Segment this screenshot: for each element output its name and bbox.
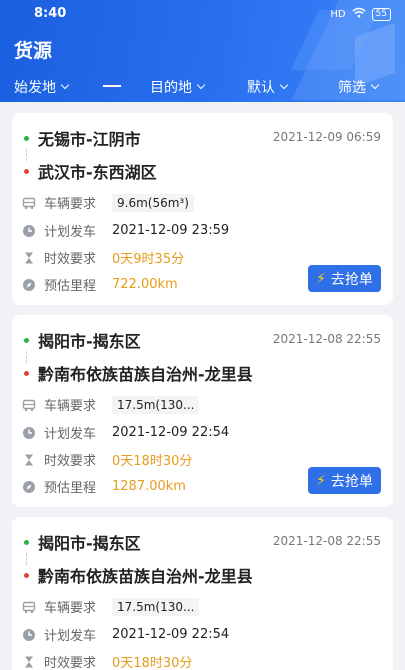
destination-filter[interactable]: 目的地 <box>150 77 206 97</box>
grab-order-label: 去抢单 <box>330 271 373 288</box>
plan-depart-value: 2021-12-09 22:54 <box>112 425 230 440</box>
origin-dot-icon <box>24 135 29 141</box>
distance-value: 1287.00km <box>112 479 186 494</box>
clock-icon <box>22 628 36 642</box>
time-limit-value: 0天9时35分 <box>112 252 185 267</box>
plan-depart-label: 计划发车 <box>44 225 97 240</box>
compass-icon <box>22 278 36 292</box>
grab-order-label: 去抢单 <box>330 473 373 490</box>
hourglass-icon <box>22 251 36 265</box>
grab-order-button[interactable]: ⚡ 去抢单 <box>308 467 381 494</box>
signal-icon: HD <box>330 8 346 20</box>
screen-filter-label: 筛选 <box>338 80 366 96</box>
destination-dot-icon <box>24 370 29 376</box>
origin-filter-label: 始发地 <box>14 80 56 96</box>
lightning-icon: ⚡ <box>316 270 326 287</box>
chevron-down-icon <box>196 80 206 90</box>
plan-depart-value: 2021-12-09 22:54 <box>112 627 230 642</box>
posted-time: 2021-12-09 06:59 <box>272 130 381 144</box>
time-limit-label: 时效要求 <box>44 454 97 469</box>
posted-time: 2021-12-08 22:55 <box>272 534 381 548</box>
vehicle-label: 车辆要求 <box>44 399 97 414</box>
origin-filter[interactable]: 始发地 <box>14 77 70 97</box>
destination-location: 武汉市-东西湖区 <box>38 163 157 182</box>
chevron-down-icon <box>60 80 70 90</box>
lightning-icon: ⚡ <box>316 472 326 489</box>
vehicle-label: 车辆要求 <box>44 197 97 212</box>
vehicle-value: 17.5m(130... <box>112 395 200 414</box>
distance-label: 预估里程 <box>44 481 97 496</box>
hourglass-icon <box>22 655 36 669</box>
time-limit-label: 时效要求 <box>44 656 97 670</box>
compass-icon <box>22 480 36 494</box>
battery-icon: 55 <box>371 7 391 21</box>
hourglass-icon <box>22 453 36 467</box>
truck-icon <box>22 600 36 614</box>
wifi-icon <box>352 7 366 21</box>
range-dash <box>103 85 121 87</box>
cargo-card[interactable]: 揭阳市-揭东区 2021-12-08 22:55 黔南布依族苗族自治州-龙里县 … <box>12 517 393 670</box>
destination-dot-icon <box>24 168 29 174</box>
time-limit-value: 0天18时30分 <box>112 656 193 670</box>
time-limit-value: 0天18时30分 <box>112 454 193 469</box>
origin-location: 揭阳市-揭东区 <box>38 534 141 553</box>
clock-icon <box>22 224 36 238</box>
destination-dot-icon <box>24 572 29 578</box>
destination-filter-label: 目的地 <box>150 80 192 96</box>
destination-location: 黔南布依族苗族自治州-龙里县 <box>38 365 253 384</box>
posted-time: 2021-12-08 22:55 <box>272 332 381 346</box>
sort-filter[interactable]: 默认 <box>247 77 289 97</box>
vehicle-value: 9.6m(56m³) <box>112 193 194 212</box>
truck-icon <box>22 398 36 412</box>
cargo-list: 无锡市-江阴市 2021-12-09 06:59 武汉市-东西湖区 车辆要求 9… <box>0 102 405 670</box>
origin-dot-icon <box>24 337 29 343</box>
truck-icon <box>22 196 36 210</box>
origin-location: 揭阳市-揭东区 <box>38 332 141 351</box>
origin-location: 无锡市-江阴市 <box>38 130 141 149</box>
grab-order-button[interactable]: ⚡ 去抢单 <box>308 265 381 292</box>
destination-location: 黔南布依族苗族自治州-龙里县 <box>38 567 253 586</box>
cargo-card[interactable]: 无锡市-江阴市 2021-12-09 06:59 武汉市-东西湖区 车辆要求 9… <box>12 113 393 305</box>
status-time: 8:40 <box>34 6 67 21</box>
plan-depart-label: 计划发车 <box>44 629 97 644</box>
app-header: 8:40 HD 55 货源 始发地 目的地 默认 筛选 <box>0 0 405 102</box>
distance-value: 722.00km <box>112 277 178 292</box>
screen-filter[interactable]: 筛选 <box>338 77 380 97</box>
vehicle-value: 17.5m(130... <box>112 597 200 616</box>
chevron-down-icon <box>370 80 380 90</box>
plan-depart-value: 2021-12-09 23:59 <box>112 223 230 238</box>
cargo-card[interactable]: 揭阳市-揭东区 2021-12-08 22:55 黔南布依族苗族自治州-龙里县 … <box>12 315 393 507</box>
plan-depart-label: 计划发车 <box>44 427 97 442</box>
vehicle-label: 车辆要求 <box>44 601 97 616</box>
status-bar: 8:40 HD 55 <box>0 0 405 28</box>
sort-filter-label: 默认 <box>247 80 275 96</box>
time-limit-label: 时效要求 <box>44 252 97 267</box>
distance-label: 预估里程 <box>44 279 97 294</box>
filter-bar: 始发地 目的地 默认 筛选 <box>0 73 405 99</box>
clock-icon <box>22 426 36 440</box>
chevron-down-icon <box>279 80 289 90</box>
page-title: 货源 <box>14 40 53 62</box>
origin-dot-icon <box>24 539 29 545</box>
